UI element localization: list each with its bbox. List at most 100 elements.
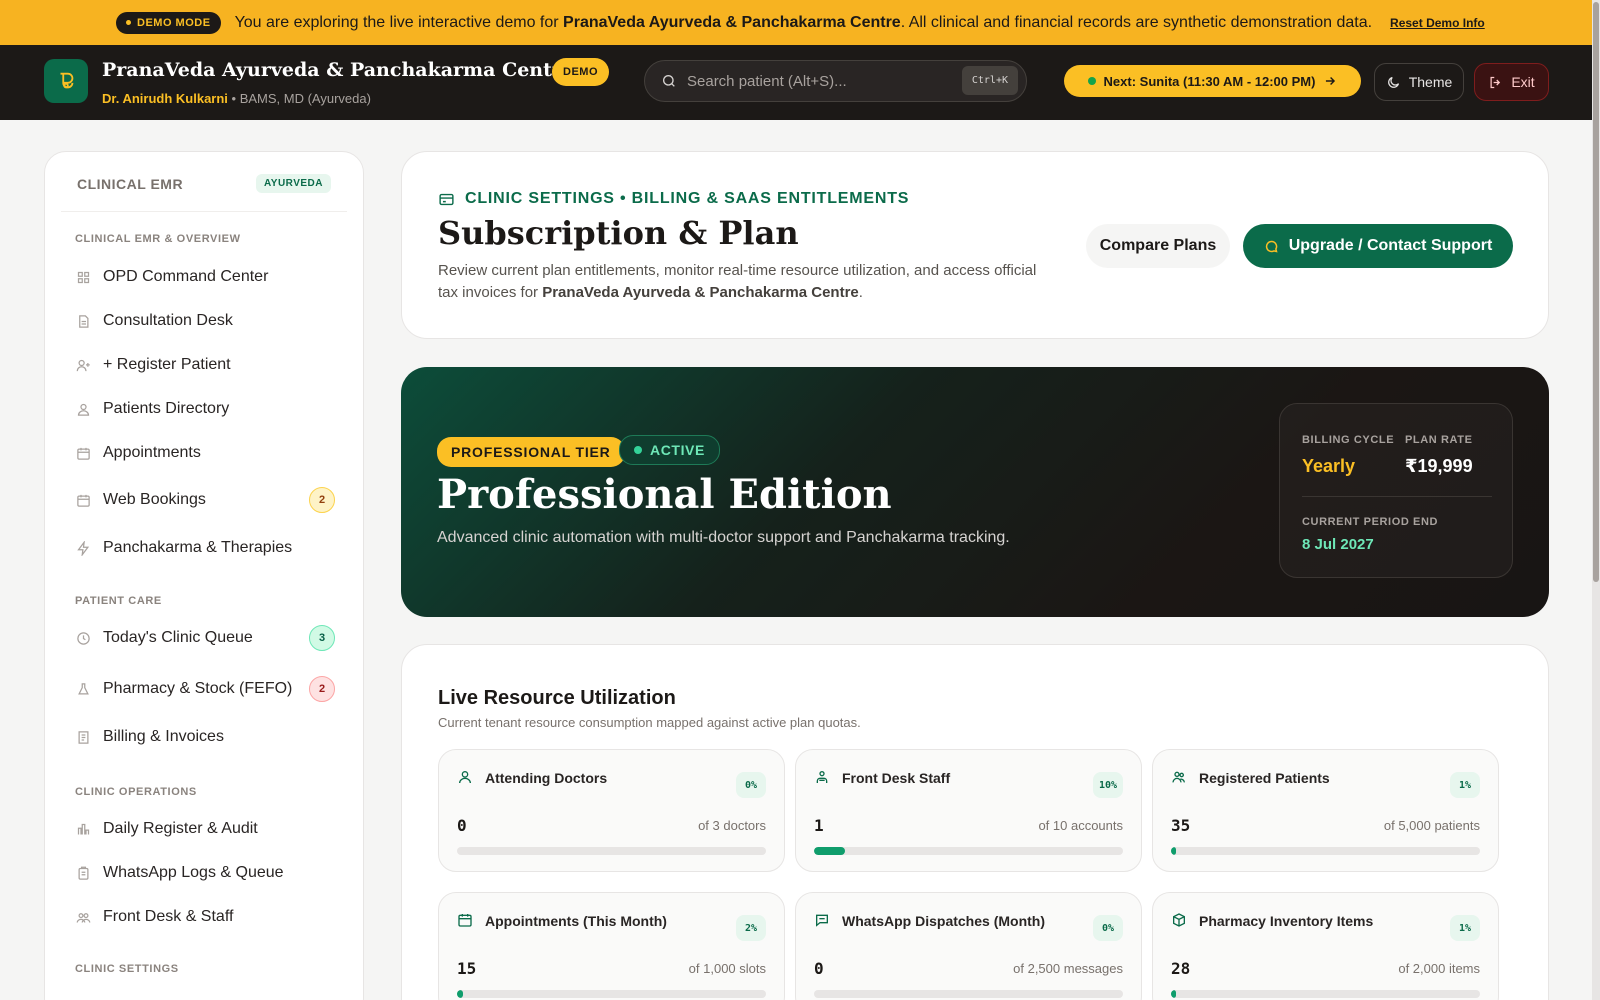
theme-label: Theme: [1408, 74, 1453, 90]
sidebar-item-billing[interactable]: Billing & Invoices: [61, 717, 349, 757]
metric-progress-fill: [1171, 990, 1176, 998]
scrollbar-thumb[interactable]: [1593, 2, 1599, 582]
sidebar-item-consultation-desk[interactable]: Consultation Desk: [61, 301, 349, 341]
metric-progress-bar: [1171, 847, 1480, 855]
next-label: Next: Sunita (11:30 AM - 12:00 PM): [1104, 74, 1316, 89]
dot-icon: [126, 20, 131, 25]
status-label: ACTIVE: [650, 442, 705, 458]
metric-quota: of 2,000 items: [1398, 961, 1480, 976]
billing-cycle-value: Yearly: [1302, 456, 1356, 476]
metric-label: Pharmacy Inventory Items: [1199, 913, 1374, 929]
metric-percent-badge: 2%: [736, 915, 766, 941]
chat-icon: [814, 912, 830, 928]
sidebar-item-label: Web Bookings: [103, 491, 206, 508]
user-plus-icon: [75, 357, 91, 373]
plan-rate-value: ₹19,999: [1405, 456, 1473, 476]
billing-cycle-label: BILLING CYCLE: [1302, 434, 1395, 446]
sidebar-item-label: OPD Command Center: [103, 268, 269, 285]
clipboard-icon: [75, 865, 91, 881]
sidebar-item-label: + Register Patient: [103, 356, 231, 373]
billing-summary: BILLING CYCLE Yearly PLAN RATE ₹19,999 C…: [1279, 403, 1513, 578]
logout-icon: [1490, 76, 1501, 88]
metric-progress-fill: [457, 990, 464, 998]
utilization-title: Live Resource Utilization: [438, 687, 676, 709]
metric-value: 1: [814, 816, 824, 835]
metric-label: Registered Patients: [1199, 770, 1330, 786]
demo-banner: DEMO MODE You are exploring the live int…: [0, 0, 1592, 45]
search-shortcut: Ctrl+K: [961, 66, 1018, 95]
patient-search[interactable]: Ctrl+K: [644, 60, 1027, 102]
page-description: Review current plan entitlements, monito…: [438, 260, 1058, 304]
sidebar-item-pharmacy[interactable]: Pharmacy & Stock (FEFO) 2: [61, 669, 349, 709]
period-end-label: CURRENT PERIOD END: [1302, 516, 1439, 528]
user-icon: [457, 769, 473, 785]
doctor-name: Dr. Anirudh Kulkarni: [102, 91, 228, 106]
search-input[interactable]: [687, 72, 957, 90]
sidebar-item-label: Panchakarma & Therapies: [103, 539, 293, 556]
next-appointment-button[interactable]: Next: Sunita (11:30 AM - 12:00 PM): [1064, 65, 1361, 97]
upgrade-contact-button[interactable]: Upgrade / Contact Support: [1243, 224, 1513, 268]
sidebar: CLINICAL EMR AYURVEDA CLINICAL EMR & OVE…: [44, 151, 364, 1000]
compare-plans-button[interactable]: Compare Plans: [1086, 224, 1230, 268]
bolt-icon: [75, 540, 91, 556]
calendar-icon: [75, 492, 91, 508]
sidebar-item-label: Appointments: [103, 444, 201, 461]
metric-label: Front Desk Staff: [842, 770, 951, 786]
pharmacy-count-badge: 2: [309, 676, 335, 702]
metric-quota: of 10 accounts: [1038, 818, 1123, 833]
sidebar-item-front-desk-staff[interactable]: Front Desk & Staff: [61, 897, 349, 937]
doctor-separator: •: [227, 91, 240, 106]
utilization-subtitle: Current tenant resource consumption mapp…: [438, 715, 861, 730]
metric-value: 0: [814, 959, 824, 978]
metric-progress-bar: [814, 847, 1123, 855]
clinic-logo[interactable]: [44, 59, 88, 103]
sidebar-item-label: Today's Clinic Queue: [103, 629, 253, 646]
metric-card: Appointments (This Month) 2% 15 of 1,000 sl…: [438, 892, 785, 1000]
sidebar-item-appointments[interactable]: Appointments: [61, 433, 349, 473]
sidebar-item-panchakarma[interactable]: Panchakarma & Therapies: [61, 528, 349, 568]
metric-progress-bar: [1171, 990, 1480, 998]
herb-logo-icon: [60, 72, 74, 89]
team-icon: [75, 909, 91, 925]
app-header: PranaVeda Ayurveda & Panchakarma Centre …: [0, 45, 1592, 120]
sidebar-item-web-bookings[interactable]: Web Bookings 2: [61, 480, 349, 520]
staff-icon: [814, 769, 830, 785]
sidebar-item-patients-directory[interactable]: Patients Directory: [61, 389, 349, 429]
sidebar-section-clinic-operations: CLINIC OPERATIONS: [75, 786, 197, 798]
plan-hero-card: PROFESSIONAL TIER ACTIVE Professional Ed…: [401, 367, 1549, 617]
metric-value: 15: [457, 959, 477, 978]
grid-icon: [75, 269, 91, 285]
metric-quota: of 2,500 messages: [1013, 961, 1123, 976]
reset-demo-link[interactable]: Reset Demo Info: [1390, 16, 1485, 30]
sidebar-item-whatsapp-logs[interactable]: WhatsApp Logs & Queue: [61, 853, 349, 893]
sidebar-item-register-patient[interactable]: + Register Patient: [61, 345, 349, 385]
arrow-right-icon: [1326, 77, 1336, 85]
theme-toggle-button[interactable]: Theme: [1374, 63, 1464, 101]
sidebar-item-daily-register[interactable]: Daily Register & Audit: [61, 809, 349, 849]
desc-clinic-name: PranaVeda Ayurveda & Panchakarma Centre: [542, 284, 859, 301]
sidebar-item-label: Front Desk & Staff: [103, 908, 234, 925]
upgrade-label: Upgrade / Contact Support: [1288, 237, 1493, 254]
status-dot-icon: [1087, 77, 1096, 85]
sidebar-item-opd-command-center[interactable]: OPD Command Center: [61, 257, 349, 297]
page-title: Subscription & Plan: [438, 214, 799, 252]
metric-percent-badge: 1%: [1450, 772, 1480, 798]
status-badge: ACTIVE: [619, 435, 720, 465]
metric-card: Registered Patients 1% 35 of 5,000 patients: [1152, 749, 1499, 872]
search-icon: [663, 75, 675, 87]
queue-count-badge: 3: [309, 625, 335, 651]
metric-percent-badge: 0%: [736, 772, 766, 798]
plan-name: Professional Edition: [437, 471, 892, 518]
sidebar-item-label: Consultation Desk: [103, 312, 233, 329]
doctor-qualification: BAMS, MD (Ayurveda): [239, 91, 371, 106]
chat-bubble-icon: [1265, 240, 1278, 253]
sidebar-tag: AYURVEDA: [255, 174, 331, 193]
sidebar-item-clinic-queue[interactable]: Today's Clinic Queue 3: [61, 618, 349, 658]
doctor-info: Dr. Anirudh Kulkarni • BAMS, MD (Ayurved…: [102, 91, 371, 106]
sidebar-section-overview: CLINICAL EMR & OVERVIEW: [75, 233, 241, 245]
calendar-icon: [457, 912, 473, 928]
exit-button[interactable]: Exit: [1474, 63, 1549, 101]
plan-rate-label: PLAN RATE: [1405, 434, 1473, 446]
next-patient: Sunita (11:30 AM - 12:00 PM): [1139, 73, 1316, 89]
metric-value: 28: [1171, 959, 1191, 978]
